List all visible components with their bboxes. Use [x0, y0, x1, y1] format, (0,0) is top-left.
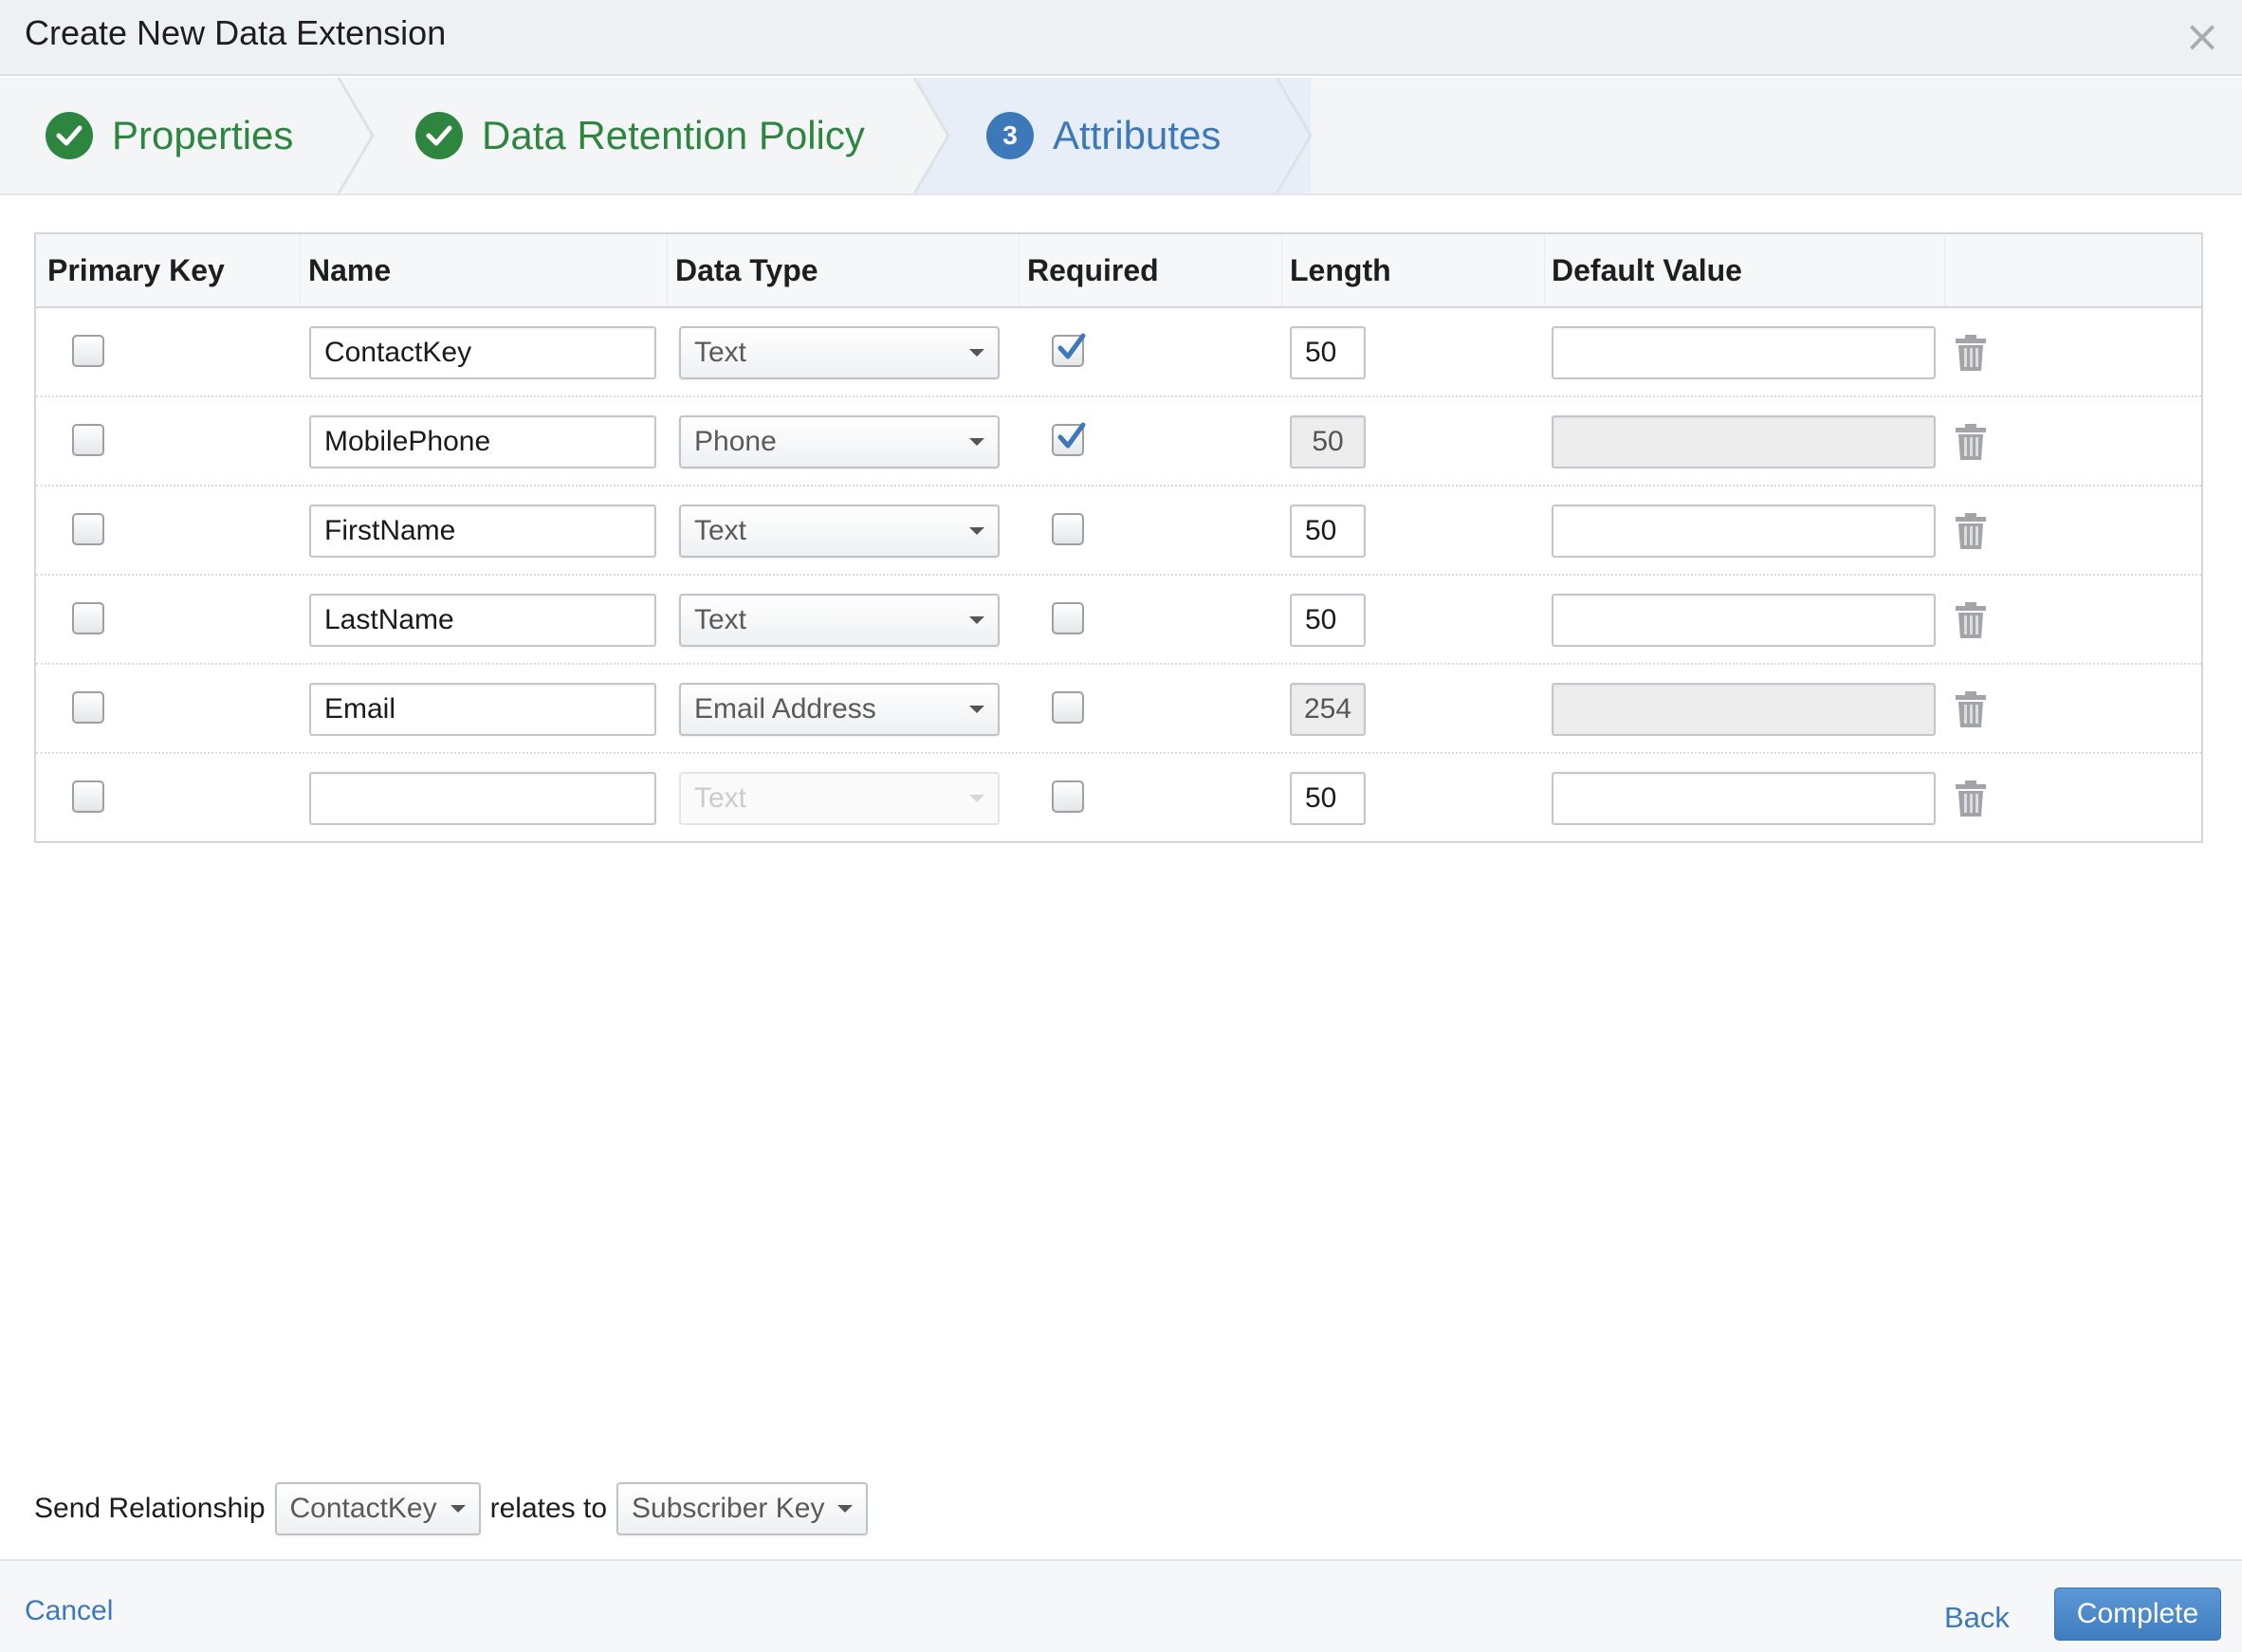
step-chevron — [912, 78, 950, 193]
name-input[interactable]: ContactKey — [309, 326, 656, 379]
cancel-link[interactable]: Cancel — [25, 1595, 113, 1627]
header-required: Required — [1027, 253, 1159, 287]
step-data-retention-policy[interactable]: Data Retention Policy — [415, 78, 865, 193]
header-length: Length — [1290, 253, 1391, 287]
select-value: Text — [694, 782, 747, 814]
default-value-input[interactable] — [1552, 505, 1936, 558]
select-value: Text — [694, 515, 747, 546]
length-input[interactable]: 50 — [1290, 415, 1366, 468]
caret-down-icon — [837, 1505, 854, 1513]
step-attributes[interactable]: 3 Attributes — [986, 78, 1221, 193]
step-chevron — [337, 78, 375, 193]
header-primary-key: Primary Key — [47, 253, 225, 287]
select-value: Subscriber Key — [632, 1493, 825, 1524]
primary-key-checkbox[interactable] — [72, 513, 104, 545]
length-input[interactable]: 50 — [1290, 594, 1366, 647]
name-input[interactable]: MobilePhone — [309, 415, 656, 468]
table-row: Email Email Address 254 — [36, 665, 2201, 754]
send-relationship-target-select[interactable]: Subscriber Key — [616, 1482, 869, 1535]
attributes-table: Primary Key Name Data Type Required Leng… — [34, 232, 2203, 843]
primary-key-checkbox[interactable] — [72, 780, 104, 813]
data-type-select[interactable]: Email Address — [679, 683, 1000, 736]
table-row: ContactKey Text 50 — [36, 308, 2201, 397]
dialog-footer: Cancel Back Complete — [0, 1559, 2242, 1652]
table-row: MobilePhone Phone 50 — [36, 397, 2201, 486]
dialog-title: Create New Data Extension — [25, 13, 447, 52]
required-checkbox[interactable] — [1052, 602, 1084, 634]
caret-down-icon — [969, 616, 984, 624]
default-value-input[interactable] — [1552, 772, 1936, 825]
trash-icon[interactable] — [1955, 601, 1987, 639]
length-input[interactable]: 50 — [1290, 505, 1366, 558]
required-checkbox[interactable] — [1052, 780, 1084, 813]
length-input[interactable]: 50 — [1290, 772, 1366, 825]
default-value-input[interactable] — [1552, 326, 1936, 379]
length-input[interactable]: 254 — [1290, 683, 1366, 736]
back-link[interactable]: Back — [1944, 1601, 2010, 1635]
primary-key-checkbox[interactable] — [72, 424, 104, 456]
required-checkbox[interactable] — [1052, 333, 1086, 367]
step-label: Data Retention Policy — [482, 113, 865, 157]
name-input[interactable] — [309, 772, 656, 825]
caret-down-icon — [969, 795, 984, 802]
send-relationship-label: Send Relationship — [34, 1493, 266, 1524]
data-type-select[interactable]: Phone — [679, 415, 1000, 468]
close-icon[interactable]: × — [2183, 14, 2221, 58]
trash-icon[interactable] — [1955, 690, 1987, 728]
select-value: Email Address — [694, 693, 876, 725]
trash-icon[interactable] — [1955, 334, 1987, 372]
select-value: Text — [694, 337, 747, 368]
required-checkbox[interactable] — [1052, 691, 1084, 724]
caret-down-icon — [969, 349, 984, 357]
caret-down-icon — [969, 438, 984, 446]
default-value-input[interactable] — [1552, 415, 1936, 468]
name-input[interactable]: LastName — [309, 594, 656, 647]
header-data-type: Data Type — [675, 253, 818, 287]
table-header: Primary Key Name Data Type Required Leng… — [36, 234, 2201, 308]
trash-icon[interactable] — [1955, 423, 1987, 461]
step-number-badge: 3 — [986, 112, 1034, 159]
step-chevron — [1271, 78, 1313, 193]
default-value-input[interactable] — [1552, 683, 1936, 736]
check-circle-icon — [46, 112, 93, 159]
header-default-value: Default Value — [1552, 253, 1742, 287]
complete-button[interactable]: Complete — [2054, 1588, 2221, 1641]
step-label: Attributes — [1053, 113, 1222, 157]
select-value: Phone — [694, 426, 777, 457]
primary-key-checkbox[interactable] — [72, 335, 104, 367]
relates-to-label: relates to — [489, 1493, 608, 1524]
name-input[interactable]: Email — [309, 683, 656, 736]
required-checkbox[interactable] — [1052, 422, 1086, 456]
select-value: ContactKey — [289, 1493, 437, 1524]
send-relationship: Send Relationship ContactKey relates to … — [34, 1482, 877, 1535]
primary-key-checkbox[interactable] — [72, 691, 104, 724]
required-checkbox[interactable] — [1052, 513, 1084, 545]
name-input[interactable]: FirstName — [309, 505, 656, 558]
send-relationship-field-select[interactable]: ContactKey — [274, 1482, 481, 1535]
header-name: Name — [308, 253, 392, 287]
default-value-input[interactable] — [1552, 594, 1936, 647]
caret-down-icon — [450, 1505, 466, 1513]
trash-icon[interactable] — [1955, 780, 1987, 817]
data-type-select[interactable]: Text — [679, 594, 1000, 647]
caret-down-icon — [969, 706, 984, 713]
trash-icon[interactable] — [1955, 512, 1987, 550]
step-properties[interactable]: Properties — [46, 78, 293, 193]
table-row: Text 50 — [36, 754, 2201, 843]
data-type-select[interactable]: Text — [679, 772, 1000, 825]
table-row: FirstName Text 50 — [36, 486, 2201, 576]
caret-down-icon — [969, 527, 984, 535]
select-value: Text — [694, 604, 747, 635]
length-input[interactable]: 50 — [1290, 326, 1366, 379]
data-type-select[interactable]: Text — [679, 326, 1000, 379]
step-label: Properties — [112, 113, 294, 157]
check-circle-icon — [415, 112, 463, 159]
wizard-steps: Properties Data Retention Policy 3 Attri… — [0, 78, 2242, 195]
data-type-select[interactable]: Text — [679, 505, 1000, 558]
table-row: LastName Text 50 — [36, 576, 2201, 665]
dialog-titlebar: Create New Data Extension × — [0, 0, 2242, 76]
primary-key-checkbox[interactable] — [72, 602, 104, 634]
